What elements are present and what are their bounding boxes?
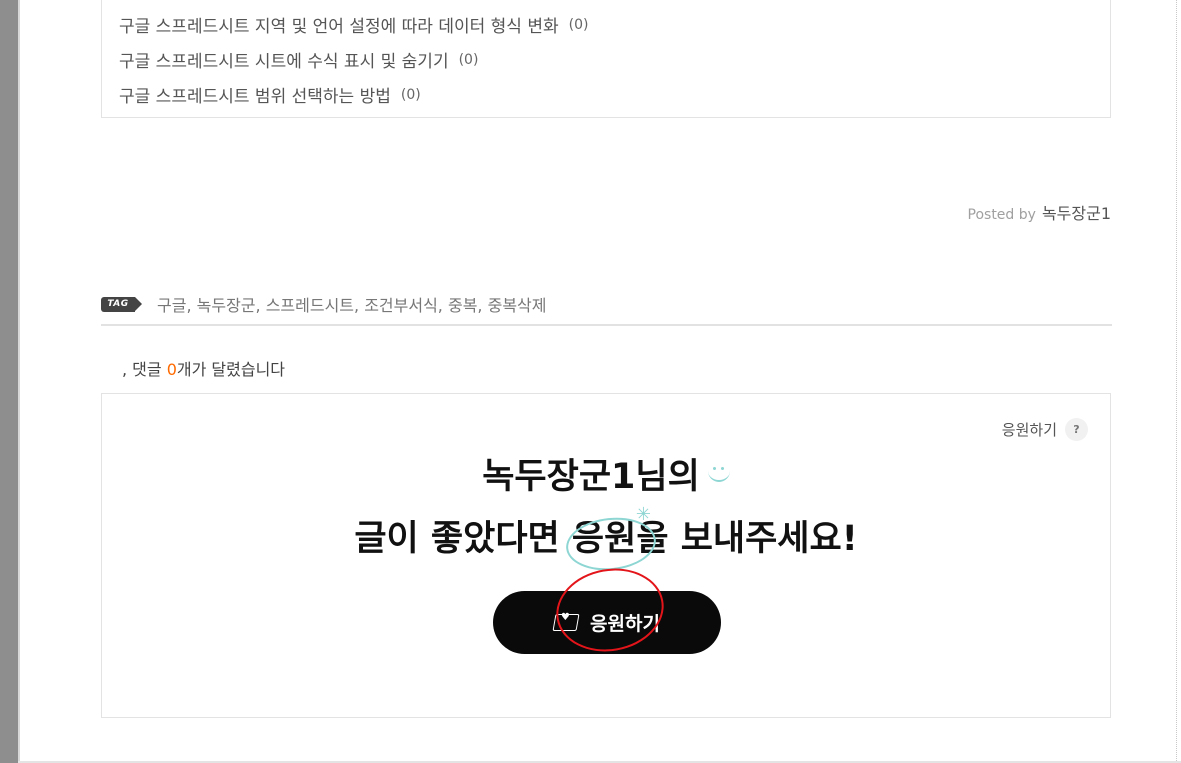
tag-separator: , [354,296,365,315]
tag-row: TAG 구글, 녹두장군, 스프레드시트, 조건부서식, 중복, 중복삭제 [101,291,1111,317]
tag-list: 구글, 녹두장군, 스프레드시트, 조건부서식, 중복, 중복삭제 [157,292,546,316]
sparkle-icon: ✳ [635,504,651,525]
tag-divider [101,324,1112,326]
comment-count-number: 0 [166,360,177,379]
support-help-label: 응원하기 [1001,421,1057,439]
related-post-item: 구글 스프레드시트 범위 선택하는 방법 (0) [119,77,588,112]
tag-link[interactable]: 스프레드시트 [266,296,354,315]
support-heading-line1: 녹두장군1님의 [102,446,1110,508]
tag-separator: , [255,296,266,315]
tag-link[interactable]: 중복 [448,296,477,315]
support-button-label: 응원하기 [590,613,660,635]
comment-count-prefix: , 댓글 [122,360,167,379]
related-post-comment-count: (0) [568,16,589,33]
related-post-link[interactable]: 구글 스프레드시트 지역 및 언어 설정에 따라 데이터 형식 변화 [119,12,559,37]
window-right-edge [1176,0,1177,763]
related-post-comment-count: (0) [400,86,421,103]
tag-link[interactable]: 구글 [157,296,186,315]
support-button[interactable]: 응원하기 [493,591,721,654]
support-box: 응원하기 ? 녹두장군1님의 글이 좋았다면 ✳응원을 보내주세요! 응원하기 [101,393,1111,718]
tag-icon: TAG [101,296,142,312]
help-icon[interactable]: ? [1065,418,1088,441]
related-post-item: 구글 스프레드시트 시트에 수식 표시 및 숨기기 (0) [119,42,588,77]
tag-link[interactable]: 중복삭제 [488,296,547,315]
posted-by: Posted by 녹두장군1 [968,200,1111,224]
related-posts-box: 구글 스프레드시트 지역 및 언어 설정에 따라 데이터 형식 변화 (0) 구… [101,0,1111,118]
comment-count-suffix: 개가 달렸습니다 [176,360,286,379]
comment-count: , 댓글 0개가 달렸습니다 [122,356,285,380]
smile-icon [707,467,730,482]
tag-link[interactable]: 조건부서식 [364,296,438,315]
related-post-item: 구글 스프레드시트 지역 및 언어 설정에 따라 데이터 형식 변화 (0) [119,7,588,42]
tag-separator: , [477,296,488,315]
related-post-link[interactable]: 구글 스프레드시트 시트에 수식 표시 및 숨기기 [119,47,449,72]
window-left-frame-edge [18,0,20,763]
support-heading: 녹두장군1님의 글이 좋았다면 ✳ 응원을 보내주세요! [102,446,1110,575]
related-post-link[interactable]: 구글 스프레드시트 범위 선택하는 방법 [119,82,391,107]
support-help[interactable]: 응원하기 ? [1002,418,1088,441]
tag-separator: , [437,296,448,315]
related-posts-list: 구글 스프레드시트 지역 및 언어 설정에 따라 데이터 형식 변화 (0) 구… [119,7,588,112]
support-heading-text-before: 글이 좋았다면 [354,519,572,559]
support-heading-author: 녹두장군1님의 [482,457,700,497]
coffee-icon [552,614,580,631]
posted-by-author-link[interactable]: 녹두장군1 [1042,200,1111,224]
support-heading-line2: 글이 좋았다면 ✳ 응원을 보내주세요! [102,506,1110,575]
window-left-frame [0,0,18,763]
tag-separator: , [186,296,197,315]
support-heading-text-after: 을 보내주세요! [636,519,858,559]
tag-link[interactable]: 녹두장군 [197,296,256,315]
support-heading-highlight: ✳ 응원 [563,506,659,575]
posted-by-label: Posted by [967,207,1036,223]
related-post-comment-count: (0) [458,51,479,68]
